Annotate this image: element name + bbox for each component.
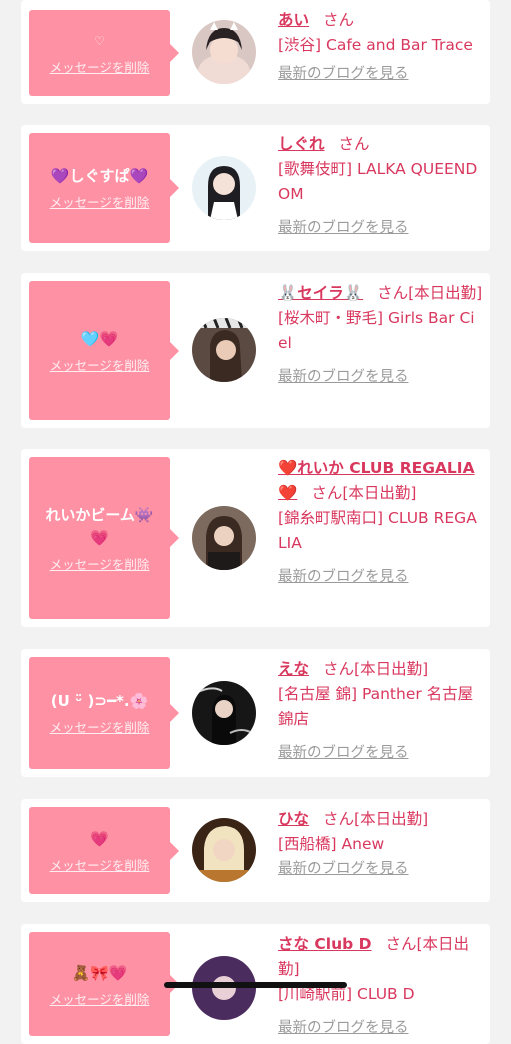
message-bubble: 💗 メッセージを削除 bbox=[29, 807, 179, 894]
honorific: さん bbox=[311, 484, 343, 502]
avatar[interactable] bbox=[192, 681, 256, 745]
message-text: 🧸🎀💗 bbox=[71, 964, 128, 982]
latest-blog-link[interactable]: 最新のブログを見る bbox=[278, 216, 483, 241]
attendance-status: [本日出勤] bbox=[408, 284, 483, 302]
message-text: (U ᵕ̈ )⊃━*.🌸 bbox=[50, 692, 149, 710]
message-bubble: れいかビーム👾💗 メッセージを削除 bbox=[29, 457, 179, 619]
cast-info: しぐれ さん [歌舞伎町] LALKA QUEENDOM 最新のブログを見る bbox=[278, 132, 483, 241]
message-text: 💜しぐすぱ💜 bbox=[50, 167, 149, 185]
message-bubble: 🩵💗 メッセージを削除 bbox=[29, 281, 179, 420]
honorific: さん bbox=[377, 284, 409, 302]
message-card: (U ᵕ̈ )⊃━*.🌸 メッセージを削除 えな さん[本日出勤] [名古屋 錦]… bbox=[21, 649, 490, 777]
avatar[interactable] bbox=[192, 318, 256, 382]
honorific: さん bbox=[323, 11, 355, 29]
honorific: さん bbox=[323, 660, 355, 678]
cast-name-link[interactable]: えな bbox=[278, 660, 309, 678]
message-text: ♡ bbox=[94, 34, 105, 48]
avatar[interactable] bbox=[192, 818, 256, 882]
message-card: 💗 メッセージを削除 ひな さん[本日出勤] [西船橋] Anew 最新のブログを… bbox=[21, 799, 490, 902]
shop-name: [歌舞伎町] LALKA QUEENDOM bbox=[278, 160, 478, 203]
cast-info: 🐰セイラ🐰 さん[本日出勤] [桜木町・野毛] Girls Bar Ciel 最新… bbox=[278, 281, 483, 390]
delete-message-link[interactable]: メッセージを削除 bbox=[50, 717, 150, 736]
latest-blog-link[interactable]: 最新のブログを見る bbox=[278, 365, 483, 390]
latest-blog-link[interactable]: 最新のブログを見る bbox=[278, 62, 483, 87]
message-text: 💗 bbox=[90, 829, 109, 848]
delete-message-link[interactable]: メッセージを削除 bbox=[50, 554, 150, 573]
honorific: さん bbox=[323, 810, 355, 828]
cast-name-link[interactable]: あい bbox=[278, 11, 309, 29]
message-text: れいかビーム👾💗 bbox=[45, 505, 154, 547]
shop-name: [錦糸町駅南口] CLUB REGALIA bbox=[278, 509, 477, 552]
avatar[interactable] bbox=[192, 20, 256, 84]
message-bubble: ♡ メッセージを削除 bbox=[29, 10, 179, 96]
latest-blog-link[interactable]: 最新のブログを見る bbox=[278, 857, 483, 882]
avatar[interactable] bbox=[192, 156, 256, 220]
attendance-status: [本日出勤] bbox=[342, 484, 417, 502]
message-card: ♡ メッセージを削除 あい さん [渋谷] Cafe and Bar Trace … bbox=[21, 0, 490, 104]
latest-blog-link[interactable]: 最新のブログを見る bbox=[278, 1016, 483, 1041]
cast-info: ひな さん[本日出勤] [西船橋] Anew 最新のブログを見る bbox=[278, 807, 483, 882]
avatar[interactable] bbox=[192, 506, 256, 570]
cast-info: あい さん [渋谷] Cafe and Bar Trace 最新のブログを見る bbox=[278, 8, 483, 87]
cast-name-link[interactable]: ひな bbox=[278, 810, 309, 828]
attendance-status: [本日出勤] bbox=[354, 660, 429, 678]
honorific: さん bbox=[385, 935, 417, 953]
message-bubble: 💜しぐすぱ💜 メッセージを削除 bbox=[29, 133, 179, 243]
cast-name-link[interactable]: しぐれ bbox=[278, 135, 325, 153]
message-text: 🩵💗 bbox=[80, 329, 119, 348]
shop-name: [渋谷] Cafe and Bar Trace bbox=[278, 36, 473, 54]
cast-name-link[interactable]: 🐰セイラ🐰 bbox=[278, 284, 363, 302]
message-bubble: (U ᵕ̈ )⊃━*.🌸 メッセージを削除 bbox=[29, 657, 179, 769]
cast-info: えな さん[本日出勤] [名古屋 錦] Panther 名古屋錦店 最新のブログを… bbox=[278, 657, 483, 766]
cast-info: ❤️れいか CLUB REGALIA❤️ さん[本日出勤] [錦糸町駅南口] CL… bbox=[278, 456, 483, 590]
delete-message-link[interactable]: メッセージを削除 bbox=[50, 192, 150, 211]
honorific: さん bbox=[338, 135, 370, 153]
message-card: れいかビーム👾💗 メッセージを削除 ❤️れいか CLUB REGALIA❤️ さん… bbox=[21, 449, 490, 627]
shop-name: [名古屋 錦] Panther 名古屋錦店 bbox=[278, 685, 474, 728]
message-card: 💜しぐすぱ💜 メッセージを削除 しぐれ さん [歌舞伎町] LALKA QUEEN… bbox=[21, 125, 490, 251]
delete-message-link[interactable]: メッセージを削除 bbox=[50, 855, 150, 874]
delete-message-link[interactable]: メッセージを削除 bbox=[50, 57, 150, 76]
home-indicator[interactable] bbox=[164, 982, 347, 988]
shop-name: [西船橋] Anew bbox=[278, 835, 385, 853]
delete-message-link[interactable]: メッセージを削除 bbox=[50, 355, 150, 374]
latest-blog-link[interactable]: 最新のブログを見る bbox=[278, 565, 483, 590]
shop-name: [桜木町・野毛] Girls Bar Ciel bbox=[278, 309, 475, 352]
message-card: 🩵💗 メッセージを削除 🐰セイラ🐰 さん[本日出勤] [桜木町・野毛] Girls… bbox=[21, 273, 490, 428]
cast-name-link[interactable]: さな Club D bbox=[278, 935, 371, 953]
message-bubble: 🧸🎀💗 メッセージを削除 bbox=[29, 932, 179, 1036]
attendance-status: [本日出勤] bbox=[354, 810, 429, 828]
avatar[interactable] bbox=[192, 956, 256, 1020]
latest-blog-link[interactable]: 最新のブログを見る bbox=[278, 741, 483, 766]
